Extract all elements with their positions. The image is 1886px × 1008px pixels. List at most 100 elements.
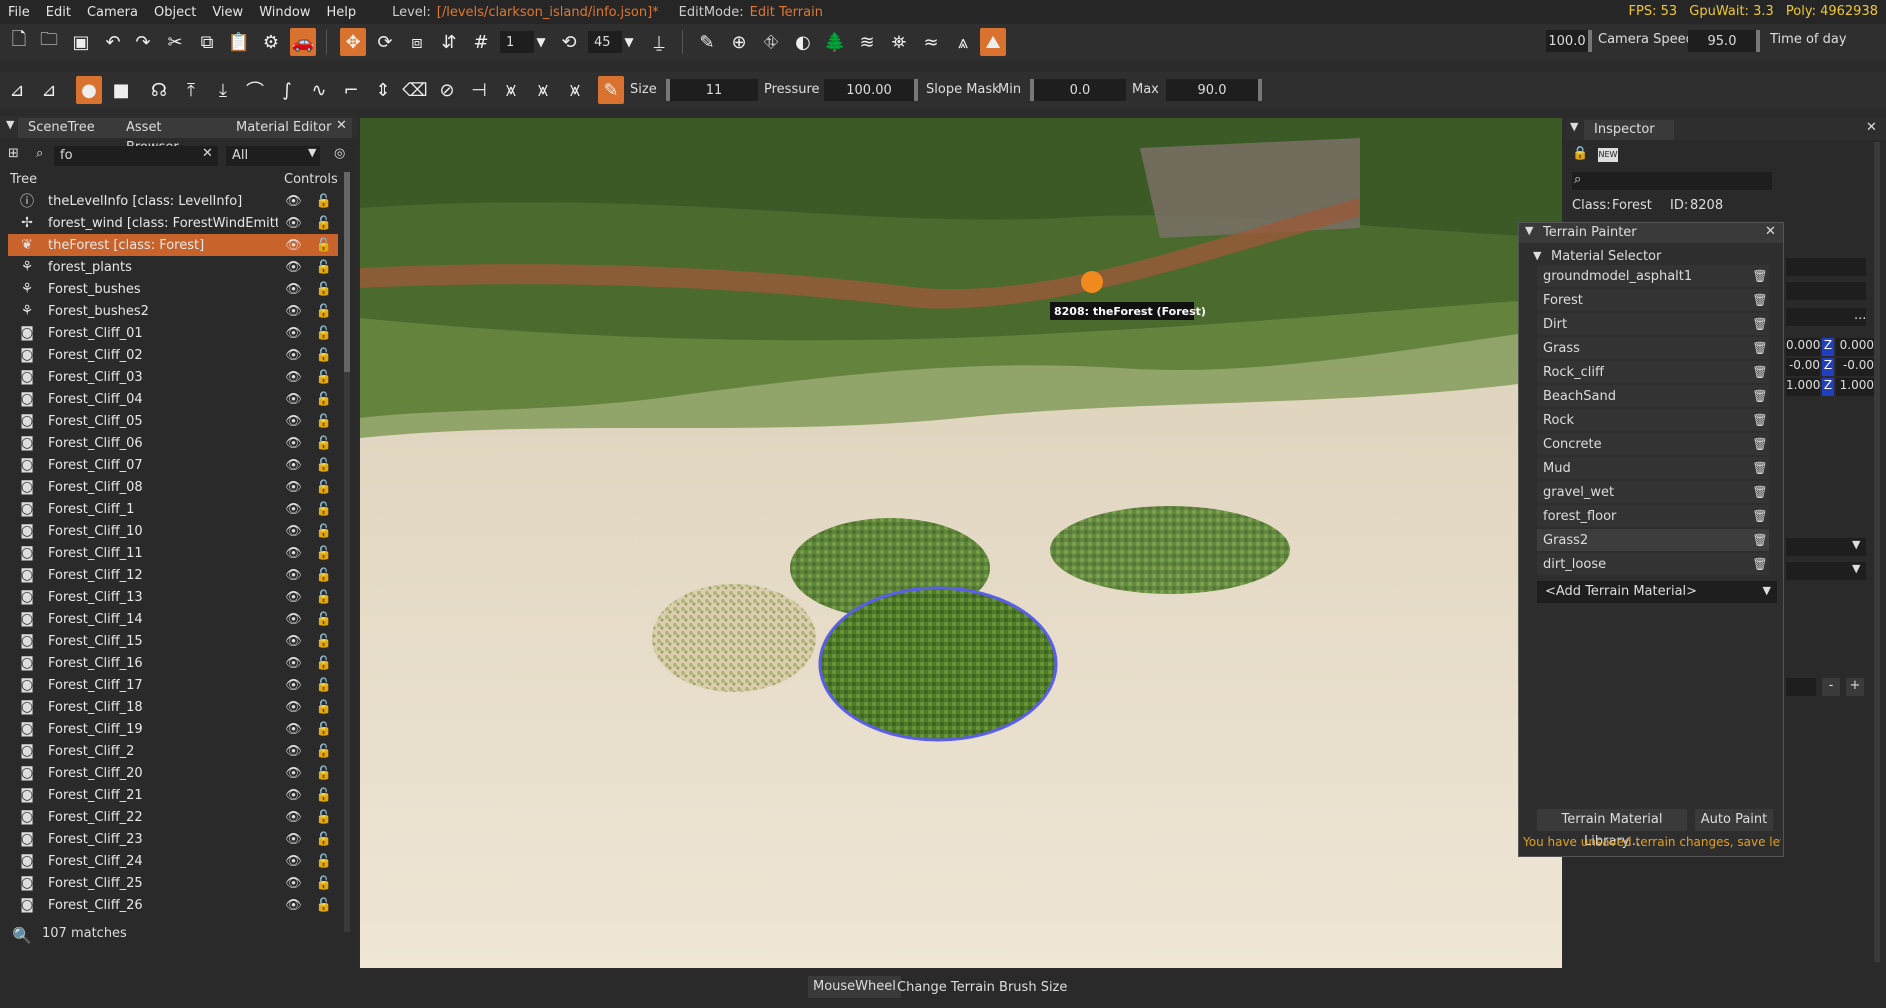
lock-icon[interactable]: 🔓 bbox=[316, 634, 332, 649]
visibility-eye-icon[interactable]: 👁 bbox=[285, 854, 302, 869]
tree-row[interactable]: ◙ Forest_Cliff_21 👁 🔓 bbox=[8, 784, 338, 806]
delete-material-icon[interactable]: 🗑 bbox=[1751, 533, 1769, 547]
tree-row[interactable]: ◙ Forest_Cliff_14 👁 🔓 bbox=[8, 608, 338, 630]
tree-row[interactable]: ◙ Forest_Cliff_1 👁 🔓 bbox=[8, 498, 338, 520]
clear-icon[interactable]: ⌫ bbox=[402, 76, 428, 104]
panel-menu-icon[interactable]: ▼ bbox=[6, 118, 14, 131]
add-material-arrow-icon[interactable]: ▼ bbox=[1763, 584, 1771, 597]
dropdown-arrow-icon[interactable]: ▼ bbox=[1852, 562, 1860, 575]
delete-material-icon[interactable]: 🗑 bbox=[1751, 413, 1769, 427]
visibility-eye-icon[interactable]: 👁 bbox=[285, 788, 302, 803]
tree-row[interactable]: ◙ Forest_Cliff_03 👁 🔓 bbox=[8, 366, 338, 388]
lock-icon[interactable]: 🔓 bbox=[316, 260, 332, 275]
ground-snap-icon[interactable]: ⍊ bbox=[646, 28, 672, 56]
paint-bridge3-icon[interactable]: ⩙ bbox=[562, 76, 588, 104]
slope-min-field[interactable]: 0.0 bbox=[1030, 79, 1126, 101]
mesh-road-icon[interactable]: ⩓ bbox=[950, 28, 976, 56]
select-terrain-icon[interactable]: ⊿ bbox=[4, 76, 30, 104]
delete-material-icon[interactable]: 🗑 bbox=[1751, 293, 1769, 307]
visibility-eye-icon[interactable]: 👁 bbox=[285, 392, 302, 407]
empty-icon[interactable]: ⊘ bbox=[434, 76, 460, 104]
material-row[interactable]: Grass2 🗑 bbox=[1537, 529, 1769, 551]
cut-icon[interactable]: ✂ bbox=[162, 28, 188, 56]
tree-row[interactable]: ◙ Forest_Cliff_23 👁 🔓 bbox=[8, 828, 338, 850]
visibility-eye-icon[interactable]: 👁 bbox=[285, 722, 302, 737]
tab-material-editor[interactable]: Material Editor bbox=[226, 118, 352, 138]
forest-icon[interactable]: 🌲 bbox=[822, 28, 848, 56]
tree-row[interactable]: ◙ Forest_Cliff_24 👁 🔓 bbox=[8, 850, 338, 872]
forest-object-marker[interactable] bbox=[1081, 271, 1103, 293]
lock-icon[interactable]: 🔓 bbox=[316, 480, 332, 495]
flatten-icon[interactable]: ⌐ bbox=[338, 76, 364, 104]
lock-icon[interactable]: 🔓 bbox=[316, 524, 332, 539]
collapse-icon[interactable]: ▼ bbox=[1525, 224, 1533, 237]
delete-material-icon[interactable]: 🗑 bbox=[1751, 317, 1769, 331]
tree-row[interactable]: ✢ forest_wind [class: ForestWindEmitter] 👁… bbox=[8, 212, 338, 234]
save-icon[interactable]: ▣ bbox=[68, 28, 94, 56]
lock-icon[interactable]: 🔓 bbox=[316, 436, 332, 451]
visibility-eye-icon[interactable]: 👁 bbox=[285, 326, 302, 341]
inspector-menu-icon[interactable]: ▼ bbox=[1570, 120, 1578, 133]
clear-search-icon[interactable]: ✕ bbox=[202, 146, 213, 161]
align-icon[interactable]: ⇵ bbox=[436, 28, 462, 56]
delete-material-icon[interactable]: 🗑 bbox=[1751, 485, 1769, 499]
lock-icon[interactable]: 🔓 bbox=[316, 876, 332, 891]
inspector-scrollbar[interactable] bbox=[1874, 142, 1880, 962]
material-row[interactable]: Concrete 🗑 bbox=[1537, 433, 1769, 455]
undo-icon[interactable]: ↶ bbox=[100, 28, 126, 56]
tree-row[interactable]: ◙ Forest_Cliff_10 👁 🔓 bbox=[8, 520, 338, 542]
tree-row[interactable]: ◙ Forest_Cliff_2 👁 🔓 bbox=[8, 740, 338, 762]
visibility-eye-icon[interactable]: 👁 bbox=[285, 414, 302, 429]
lock-icon[interactable]: 🔓 bbox=[316, 392, 332, 407]
lower-icon[interactable]: ⤓ bbox=[210, 76, 236, 104]
tree-row[interactable]: ◙ Forest_Cliff_05 👁 🔓 bbox=[8, 410, 338, 432]
noise-icon[interactable]: ∿ bbox=[306, 76, 332, 104]
tree-scroll-thumb[interactable] bbox=[344, 172, 350, 372]
vector-x-field[interactable]: -0.00 bbox=[1786, 358, 1820, 376]
delete-material-icon[interactable]: 🗑 bbox=[1751, 437, 1769, 451]
open-folder-icon[interactable]: 🗀 bbox=[36, 28, 62, 56]
lock-icon[interactable]: 🔓 bbox=[316, 282, 332, 297]
circle-brush-icon[interactable]: ● bbox=[76, 76, 102, 104]
lock-icon[interactable]: 🔓 bbox=[316, 832, 332, 847]
menu-object[interactable]: Object bbox=[146, 5, 204, 20]
set-height-icon[interactable]: ⇕ bbox=[370, 76, 396, 104]
decal-icon[interactable]: ⛯ bbox=[886, 28, 912, 56]
increment-button[interactable]: + bbox=[1846, 678, 1864, 696]
new-file-icon[interactable]: 🗋 bbox=[6, 28, 32, 56]
filter-select[interactable]: All bbox=[226, 146, 320, 166]
tree-scrollbar[interactable] bbox=[344, 172, 350, 932]
material-row[interactable]: forest_floor 🗑 bbox=[1537, 505, 1769, 527]
tree-row[interactable]: ⚘ Forest_bushes 👁 🔓 bbox=[8, 278, 338, 300]
tree-row[interactable]: ◙ Forest_Cliff_07 👁 🔓 bbox=[8, 454, 338, 476]
tree-row[interactable]: ◙ Forest_Cliff_22 👁 🔓 bbox=[8, 806, 338, 828]
visibility-eye-icon[interactable]: 👁 bbox=[285, 458, 302, 473]
lock-icon[interactable]: 🔓 bbox=[316, 502, 332, 517]
lock-icon[interactable]: 🔓 bbox=[316, 414, 332, 429]
tree-row[interactable]: ◙ Forest_Cliff_17 👁 🔓 bbox=[8, 674, 338, 696]
tree-row[interactable]: ◙ Forest_Cliff_16 👁 🔓 bbox=[8, 652, 338, 674]
material-icon[interactable]: ◐ bbox=[790, 28, 816, 56]
inspector-field[interactable] bbox=[1786, 678, 1816, 696]
tree-row[interactable]: ◙ Forest_Cliff_13 👁 🔓 bbox=[8, 586, 338, 608]
pressure-field[interactable]: 100.00 bbox=[824, 79, 918, 101]
visibility-eye-icon[interactable]: 👁 bbox=[285, 238, 302, 253]
decrement-button[interactable]: - bbox=[1822, 678, 1840, 696]
tab-asset-browser[interactable]: Asset Browser bbox=[116, 118, 226, 155]
vector-z-field[interactable]: 1.000 bbox=[1836, 378, 1874, 396]
close-inspector-icon[interactable]: ✕ bbox=[1866, 120, 1877, 135]
menu-camera[interactable]: Camera bbox=[79, 5, 146, 20]
size-field[interactable]: 11 bbox=[666, 79, 758, 101]
lock-icon[interactable]: 🔓 bbox=[316, 700, 332, 715]
tree-row[interactable]: ❦ theForest [class: Forest] 👁 🔓 bbox=[8, 234, 338, 256]
tree-row[interactable]: ◙ Forest_Cliff_18 👁 🔓 bbox=[8, 696, 338, 718]
add-object-icon[interactable]: ⊞ bbox=[8, 146, 19, 161]
vector-z-field[interactable]: 0.000 bbox=[1836, 338, 1874, 356]
material-row[interactable]: BeachSand 🗑 bbox=[1537, 385, 1769, 407]
visibility-eye-icon[interactable]: 👁 bbox=[285, 656, 302, 671]
raise-icon[interactable]: ⤒ bbox=[178, 76, 204, 104]
river-icon[interactable]: ≈ bbox=[918, 28, 944, 56]
tree-row[interactable]: ◙ Forest_Cliff_02 👁 🔓 bbox=[8, 344, 338, 366]
add-circle-icon[interactable]: ⊕ bbox=[726, 28, 752, 56]
visibility-eye-icon[interactable]: 👁 bbox=[285, 348, 302, 363]
